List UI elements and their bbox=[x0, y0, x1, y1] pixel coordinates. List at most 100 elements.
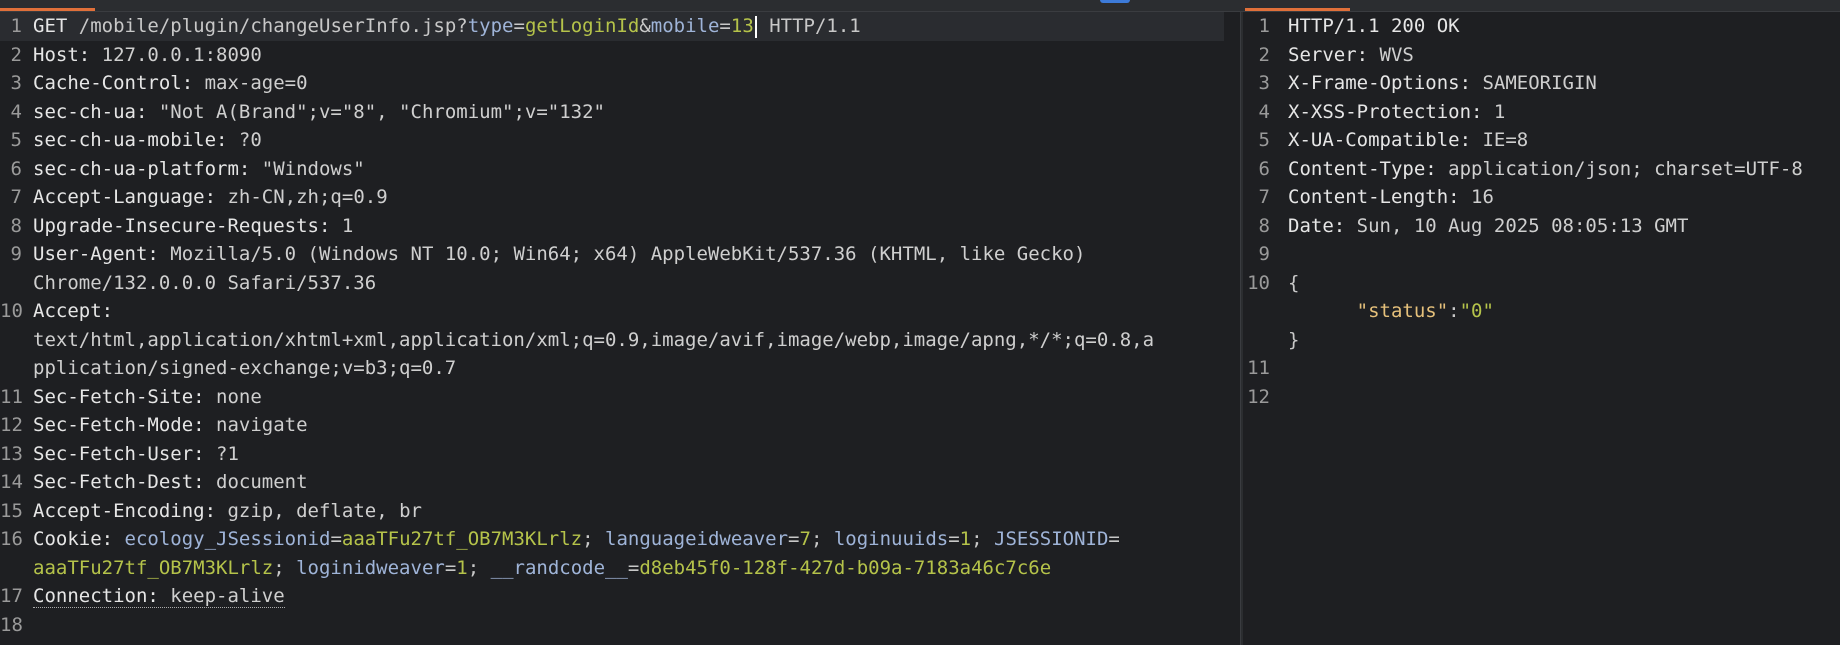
header-line[interactable]: 7 Accept-Language: zh-CN,zh;q=0.9 bbox=[0, 183, 1240, 212]
header-line[interactable]: 7 Content-Length: 16 bbox=[1243, 183, 1840, 212]
http-protocol: HTTP/1.1 bbox=[769, 15, 861, 37]
line-number: 1 bbox=[10, 15, 22, 37]
empty-line[interactable]: 18 bbox=[0, 611, 1240, 640]
header-name: User-Agent bbox=[33, 243, 148, 265]
line-number: 1 bbox=[1258, 15, 1270, 37]
header-name: sec-ch-ua-platform bbox=[33, 157, 239, 180]
header-value: IE=8 bbox=[1482, 129, 1529, 151]
request-editor[interactable]: 1 GET /mobile/plugin/changeUserInfo.jsp?… bbox=[0, 12, 1240, 645]
line-number: 14 bbox=[0, 471, 23, 493]
header-name: sec-ch-ua-mobile bbox=[33, 129, 217, 151]
header-name: Connection bbox=[33, 585, 148, 607]
response-tab-indicator[interactable] bbox=[1245, 8, 1350, 11]
line-number: 4 bbox=[10, 100, 22, 123]
line-number: 7 bbox=[1258, 186, 1270, 208]
header-line[interactable]: 5 X-UA-Compatible: IE=8 bbox=[1243, 126, 1840, 155]
header-line[interactable]: 4 sec-ch-ua: "Not A(Brand";v="8", "Chrom… bbox=[0, 98, 1240, 127]
cookie-name: ecology_JSessionid bbox=[124, 528, 331, 550]
status-line[interactable]: 1 HTTP/1.1 200 OK bbox=[1243, 12, 1840, 41]
json-value: "0" bbox=[1459, 300, 1494, 322]
header-line[interactable]: 6 Content-Type: application/json; charse… bbox=[1243, 155, 1840, 184]
header-value-continuation: Chrome/132.0.0.0 Safari/537.36 bbox=[33, 271, 377, 294]
line-number: 5 bbox=[10, 129, 22, 151]
header-line[interactable]: 14 Sec-Fetch-Dest: document bbox=[0, 468, 1240, 497]
header-value: "Not A(Brand";v="8", "Chromium";v="132" bbox=[158, 100, 605, 123]
json-body[interactable]: 10 { "status":"0"} bbox=[1243, 269, 1840, 355]
editor-tab-bar bbox=[0, 0, 1840, 12]
header-line[interactable]: 8 Upgrade-Insecure-Requests: 1 bbox=[0, 212, 1240, 241]
empty-line[interactable]: 12 bbox=[1243, 383, 1840, 412]
cookie-value: 7 bbox=[799, 528, 811, 550]
header-line[interactable]: 12 Sec-Fetch-Mode: navigate bbox=[0, 411, 1240, 440]
cookie-name: languageidweaver bbox=[605, 528, 789, 550]
header-name: Cookie bbox=[33, 528, 102, 550]
header-value: 1 bbox=[341, 214, 354, 237]
json-open-brace: { bbox=[1288, 271, 1300, 294]
header-value: gzip, deflate, br bbox=[227, 499, 422, 522]
header-line[interactable]: 9 User-Agent: Mozilla/5.0 (Windows NT 10… bbox=[0, 240, 1240, 297]
header-line[interactable]: 4 X-XSS-Protection: 1 bbox=[1243, 98, 1840, 127]
header-value: ?1 bbox=[216, 442, 239, 465]
header-line[interactable]: 13 Sec-Fetch-User: ?1 bbox=[0, 440, 1240, 469]
header-line[interactable]: 17 Connection: keep-alive bbox=[0, 582, 1240, 611]
line-number: 11 bbox=[0, 385, 23, 408]
header-value: navigate bbox=[216, 414, 308, 436]
header-name: sec-ch-ua bbox=[33, 100, 136, 123]
header-line[interactable]: 5 sec-ch-ua-mobile: ?0 bbox=[0, 126, 1240, 155]
header-line[interactable]: 2 Host: 127.0.0.1:8090 bbox=[0, 41, 1240, 70]
param-value-type: getLoginId bbox=[524, 15, 640, 37]
line-number: 3 bbox=[10, 72, 22, 94]
response-viewer[interactable]: 1 HTTP/1.1 200 OK 2 Server: WVS 3 X-Fram… bbox=[1243, 12, 1840, 645]
line-number: 5 bbox=[1258, 129, 1270, 151]
line-number: 6 bbox=[10, 157, 22, 180]
cookie-name: JSESSIONID bbox=[994, 528, 1109, 550]
line-number: 8 bbox=[10, 214, 22, 237]
header-name: Host bbox=[33, 43, 79, 66]
header-line[interactable]: 3 X-Frame-Options: SAMEORIGIN bbox=[1243, 69, 1840, 98]
header-line[interactable]: 2 Server: WVS bbox=[1243, 41, 1840, 70]
header-name: Server bbox=[1288, 43, 1357, 66]
request-tab-indicator[interactable] bbox=[0, 8, 95, 11]
header-line[interactable]: 3 Cache-Control: max-age=0 bbox=[0, 69, 1240, 98]
header-line[interactable]: 15 Accept-Encoding: gzip, deflate, br bbox=[0, 497, 1240, 526]
header-value: document bbox=[216, 471, 308, 493]
header-name: Upgrade-Insecure-Requests bbox=[33, 214, 319, 237]
header-value-continuation: pplication/signed-exchange;v=b3;q=0.7 bbox=[33, 357, 457, 379]
param-value-mobile: 13 bbox=[730, 15, 754, 37]
cookie-header-line[interactable]: 16 Cookie: ecology_JSessionid=aaaTFu27tf… bbox=[0, 525, 1240, 582]
header-value: Mozilla/5.0 (Windows NT 10.0; Win64; x64… bbox=[170, 243, 1086, 265]
cookie-name: loginuuids bbox=[833, 528, 949, 550]
layout-toggle-button[interactable] bbox=[1100, 0, 1130, 3]
cookie-value: aaaTFu27tf_OB7M3KLrlz bbox=[341, 528, 583, 550]
empty-line[interactable]: 11 bbox=[1243, 354, 1840, 383]
param-key-type: type bbox=[467, 15, 514, 37]
line-number: 10 bbox=[1247, 271, 1270, 294]
json-key: "status" bbox=[1356, 300, 1449, 322]
json-close-brace: } bbox=[1288, 328, 1300, 351]
empty-line[interactable]: 9 bbox=[1243, 240, 1840, 269]
header-line[interactable]: 6 sec-ch-ua-platform: "Windows" bbox=[0, 155, 1240, 184]
header-line[interactable]: 11 Sec-Fetch-Site: none bbox=[0, 383, 1240, 412]
header-value: Sun, 10 Aug 2025 08:05:13 GMT bbox=[1356, 214, 1689, 237]
header-value: SAMEORIGIN bbox=[1482, 72, 1597, 94]
line-number: 12 bbox=[1247, 385, 1270, 408]
header-name: Date bbox=[1288, 214, 1334, 237]
cookie-value: d8eb45f0-128f-427d-b09a-7183a46c7c6e bbox=[639, 556, 1052, 579]
line-number: 17 bbox=[0, 585, 23, 607]
line-number: 9 bbox=[10, 243, 22, 265]
header-value-continuation: text/html,application/xhtml+xml,applicat… bbox=[33, 328, 1155, 351]
header-name: Content-Type bbox=[1288, 157, 1426, 180]
header-line[interactable]: 10 Accept: text/html,application/xhtml+xm… bbox=[0, 297, 1240, 383]
request-line[interactable]: 1 GET /mobile/plugin/changeUserInfo.jsp?… bbox=[0, 12, 1224, 41]
line-number: 2 bbox=[1258, 43, 1270, 66]
cookie-name: loginidweaver bbox=[296, 556, 445, 579]
header-line[interactable]: 8 Date: Sun, 10 Aug 2025 08:05:13 GMT bbox=[1243, 212, 1840, 241]
header-value: 16 bbox=[1471, 186, 1494, 208]
header-name: X-Frame-Options bbox=[1288, 72, 1460, 94]
line-number: 6 bbox=[1258, 157, 1270, 180]
cookie-name: __randcode__ bbox=[490, 556, 628, 579]
cookie-value: 1 bbox=[959, 528, 972, 550]
cookie-value: 1 bbox=[456, 556, 468, 579]
line-number: 18 bbox=[0, 613, 23, 636]
header-value: application/json; charset=UTF-8 bbox=[1448, 157, 1803, 180]
